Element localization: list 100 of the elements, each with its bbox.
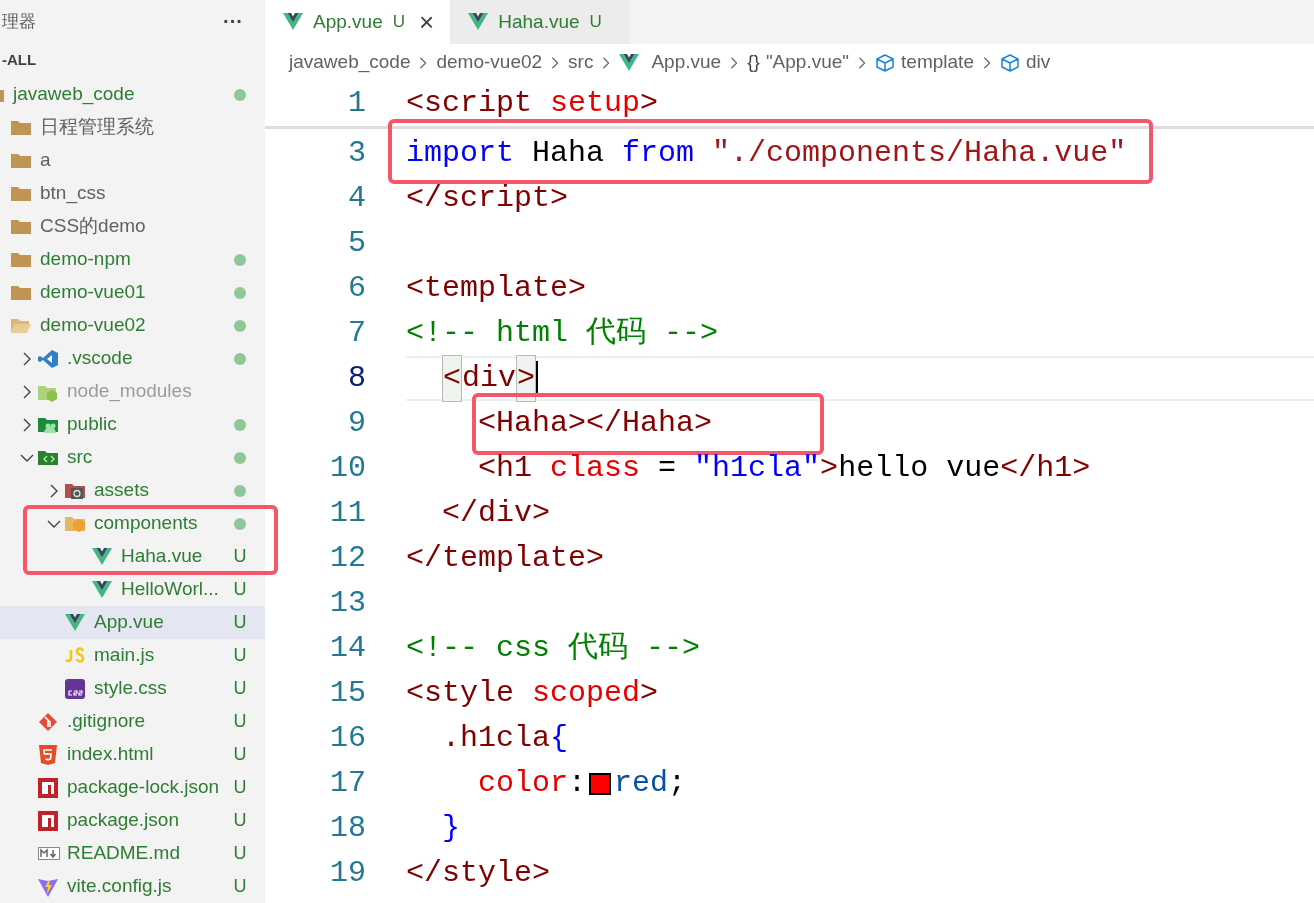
tree-item[interactable]: .gitignore U	[0, 705, 265, 738]
js-file-icon	[65, 645, 85, 666]
line-number: 14	[329, 630, 366, 667]
line-number: 17	[329, 765, 366, 802]
css-file-icon	[65, 678, 85, 699]
tree-item[interactable]: components	[0, 507, 265, 540]
line-number: 6	[347, 270, 366, 307]
more-actions-button[interactable]: ···	[223, 6, 243, 37]
tree-item[interactable]: README.md U	[0, 837, 265, 870]
tree-item[interactable]: btn_css	[0, 177, 265, 210]
close-button[interactable]: ×	[419, 9, 435, 35]
tree-item[interactable]: package.json U	[0, 804, 265, 837]
tree-item-label: a	[40, 148, 51, 173]
code-text: .h1cla{	[442, 720, 569, 757]
tree-item[interactable]: App.vue U	[0, 606, 265, 639]
lightning-triangle-icon	[38, 876, 58, 897]
tree-item[interactable]: HelloWorl... U	[0, 573, 265, 606]
git-icon	[38, 711, 58, 732]
vue-icon	[468, 12, 489, 32]
tree-item-label: HelloWorl...	[121, 577, 219, 602]
breadcrumb-item[interactable]: demo-vue02	[436, 48, 543, 77]
section-title: -ALL	[2, 50, 37, 71]
tree-item[interactable]: CSS的demo	[0, 210, 265, 243]
tree-item[interactable]: public	[0, 408, 265, 441]
tree-item[interactable]: demo-vue01	[0, 276, 265, 309]
code-text: </div>	[442, 495, 551, 532]
git-status-letter: U	[233, 710, 247, 733]
tree-item-label: CSS的demo	[40, 214, 146, 239]
git-status-letter: U	[233, 875, 247, 898]
code-text: }	[442, 810, 461, 847]
line-number: 8	[347, 360, 366, 397]
tab-label: Haha.vue	[498, 9, 580, 34]
vscode-folder-icon	[38, 348, 58, 369]
line-number: 12	[329, 540, 366, 577]
breadcrumb-item[interactable]: div	[1025, 48, 1051, 77]
cube-icon	[999, 52, 1020, 73]
git-status-letter: U	[233, 578, 247, 601]
tree-item[interactable]: vite.config.js U	[0, 870, 265, 903]
tree-item-label: .gitignore	[67, 709, 146, 734]
code-text: <script setup>	[406, 85, 659, 122]
tree-item-label: 日程管理系统	[40, 115, 154, 140]
git-status-letter: U	[233, 842, 247, 865]
line-number: 5	[347, 225, 366, 262]
tree-item-label: Haha.vue	[121, 544, 203, 569]
code-text: </style>	[406, 855, 551, 892]
bracket-match: >	[516, 355, 537, 402]
tree-item-label: .vscode	[67, 346, 133, 371]
tree-item[interactable]: style.css U	[0, 672, 265, 705]
code-text: div	[462, 360, 517, 397]
line-number: 18	[329, 810, 366, 847]
tree-item-label: App.vue	[94, 610, 164, 635]
line-number: 3	[347, 135, 366, 172]
line-number: 15	[329, 675, 366, 712]
editor-tab[interactable]: App.vue U ×	[265, 0, 451, 44]
code-text: <!-- html 代码 -->	[406, 315, 719, 352]
tree-item-label: vite.config.js	[67, 874, 172, 899]
tree-item[interactable]: package-lock.json U	[0, 771, 265, 804]
tree-item[interactable]: .vscode	[0, 342, 265, 375]
line-number: 9	[347, 405, 366, 442]
git-status-letter: U	[233, 809, 247, 832]
tree-item[interactable]: javaweb_code	[0, 78, 265, 111]
breadcrumb-item[interactable]: src	[568, 48, 594, 77]
code-text: <h1 class = "h1cla">hello vue</h1>	[478, 450, 1091, 487]
tree-item-label: javaweb_code	[13, 82, 135, 107]
tab-label: App.vue	[313, 9, 383, 34]
tree-item[interactable]: src	[0, 441, 265, 474]
html5-icon	[38, 744, 58, 765]
tree-item[interactable]: 日程管理系统	[0, 111, 265, 144]
code-text: color:	[478, 765, 587, 802]
tree-item[interactable]: demo-npm	[0, 243, 265, 276]
tree-item-label: main.js	[94, 643, 155, 668]
line-number: 19	[329, 855, 366, 892]
tree-item[interactable]: assets	[0, 474, 265, 507]
bracket-match: <	[442, 355, 463, 402]
git-status-letter: U	[233, 743, 247, 766]
breadcrumb-item[interactable]: "App.vue"	[765, 48, 850, 77]
line-number: 10	[329, 450, 366, 487]
tree-item[interactable]: demo-vue02	[0, 309, 265, 342]
line-number: 16	[329, 720, 366, 757]
line-number: 13	[329, 585, 366, 622]
editor-tab[interactable]: Haha.vue U	[450, 0, 630, 44]
tree-item[interactable]: node_modules	[0, 375, 265, 408]
tree-item-label: node_modules	[67, 379, 192, 404]
tree-item[interactable]: a	[0, 144, 265, 177]
breadcrumb-item[interactable]: javaweb_code	[289, 48, 411, 77]
tree-item-label: demo-vue02	[40, 313, 146, 338]
tree-item[interactable]: index.html U	[0, 738, 265, 771]
tree-item-label: demo-npm	[40, 247, 131, 272]
vue-icon	[283, 12, 303, 32]
npm-icon	[38, 777, 58, 798]
tree-item[interactable]: Haha.vue U	[0, 540, 265, 573]
tree-item-label: components	[94, 511, 198, 536]
git-status-letter: U	[589, 11, 602, 34]
tree-item[interactable]: main.js U	[0, 639, 265, 672]
git-status-letter: U	[233, 644, 247, 667]
color-swatch[interactable]	[589, 772, 612, 795]
breadcrumb-item[interactable]: template	[901, 48, 974, 77]
tree-item-label: package.json	[67, 808, 179, 833]
tree-item-label: style.css	[94, 676, 167, 701]
breadcrumb-item[interactable]: App.vue	[651, 48, 722, 77]
